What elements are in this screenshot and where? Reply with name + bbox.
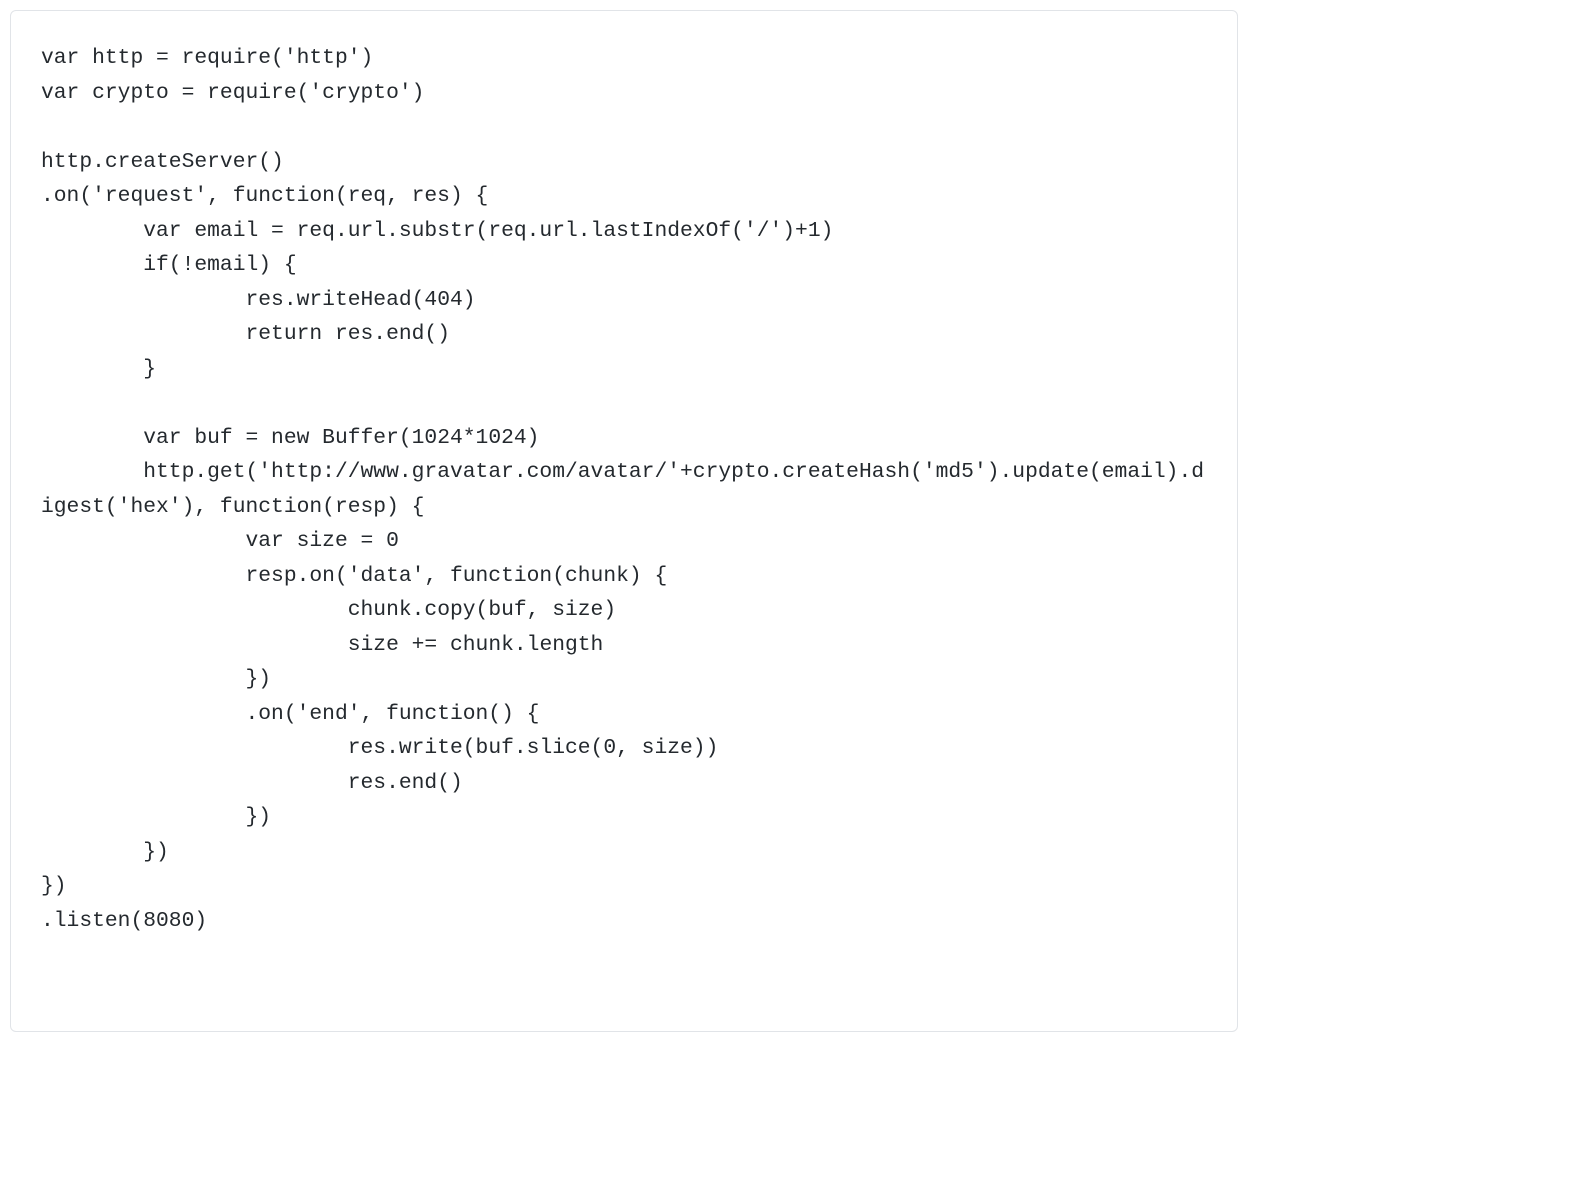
code-content[interactable]: var http = require('http') var crypto = … bbox=[41, 41, 1207, 938]
code-block: var http = require('http') var crypto = … bbox=[10, 10, 1238, 1032]
